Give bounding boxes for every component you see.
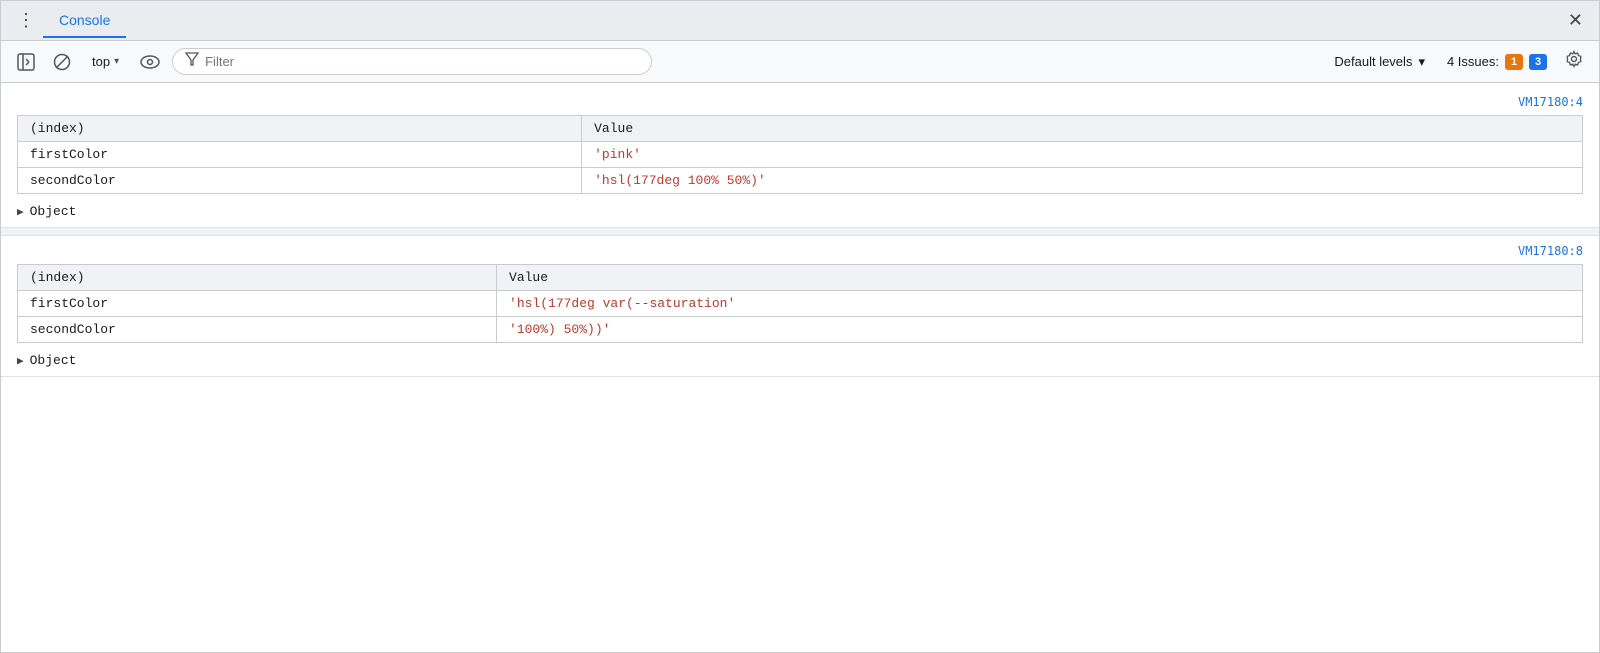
value-cell: 'hsl(177deg var(--saturation' <box>497 291 1583 317</box>
sidebar-icon <box>17 53 35 71</box>
filter-icon <box>185 52 199 71</box>
tab-bar: ⋮ Console ✕ <box>1 1 1599 41</box>
section-gap <box>1 228 1599 236</box>
col-index-header-2: (index) <box>18 265 497 291</box>
col-value-header-1: Value <box>582 116 1583 142</box>
default-levels-label: Default levels <box>1334 54 1412 69</box>
object-expander-1[interactable]: ▶ Object <box>1 200 1599 225</box>
index-cell: firstColor <box>18 291 497 317</box>
console-content: VM17180:4 (index) Value firstColor 'pink… <box>1 83 1599 652</box>
log-levels-button[interactable]: Default levels ▾ <box>1324 51 1435 73</box>
object-label-1: Object <box>30 204 77 219</box>
context-label: top <box>92 54 110 69</box>
console-block-2: VM17180:8 (index) Value firstColor 'hsl(… <box>1 236 1599 377</box>
table-row: secondColor '100%) 50%))' <box>18 317 1583 343</box>
table-row: firstColor 'pink' <box>18 142 1583 168</box>
object-label-2: Object <box>30 353 77 368</box>
toolbar: top ▾ Default levels ▾ 4 Issue <box>1 41 1599 83</box>
more-icon[interactable]: ⋮ <box>9 6 43 36</box>
warning-issues-badge[interactable]: 1 <box>1505 54 1523 70</box>
col-value-header-2: Value <box>497 265 1583 291</box>
expand-triangle-icon: ▶ <box>17 354 24 368</box>
console-table-2: (index) Value firstColor 'hsl(177deg var… <box>17 264 1583 343</box>
settings-button[interactable] <box>1559 46 1589 77</box>
clear-console-button[interactable] <box>47 49 77 75</box>
console-tab[interactable]: Console <box>43 4 126 38</box>
object-expander-2[interactable]: ▶ Object <box>1 349 1599 374</box>
console-block-1: VM17180:4 (index) Value firstColor 'pink… <box>1 87 1599 228</box>
vm-link-row-2: VM17180:8 <box>1 238 1599 260</box>
issues-section: 4 Issues: 1 3 <box>1441 54 1553 70</box>
context-selector[interactable]: top ▾ <box>83 50 128 73</box>
console-table-1: (index) Value firstColor 'pink' secondCo… <box>17 115 1583 194</box>
live-expressions-button[interactable] <box>134 50 166 74</box>
vm-link-1[interactable]: VM17180:4 <box>1518 95 1583 109</box>
index-cell: secondColor <box>18 317 497 343</box>
info-issues-badge[interactable]: 3 <box>1529 54 1547 70</box>
vm-link-row-1: VM17180:4 <box>1 89 1599 111</box>
devtools-panel: ⋮ Console ✕ top ▾ <box>0 0 1600 653</box>
close-button[interactable]: ✕ <box>1560 6 1591 35</box>
table-row: secondColor 'hsl(177deg 100% 50%)' <box>18 168 1583 194</box>
issues-label: 4 Issues: <box>1447 54 1499 69</box>
chevron-down-icon: ▾ <box>114 56 119 67</box>
gear-icon <box>1565 50 1583 68</box>
value-cell: 'pink' <box>582 142 1583 168</box>
vm-link-2[interactable]: VM17180:8 <box>1518 244 1583 258</box>
value-cell: 'hsl(177deg 100% 50%)' <box>582 168 1583 194</box>
table-row: firstColor 'hsl(177deg var(--saturation' <box>18 291 1583 317</box>
filter-input[interactable] <box>205 54 639 69</box>
index-cell: secondColor <box>18 168 582 194</box>
expand-triangle-icon: ▶ <box>17 205 24 219</box>
clear-icon <box>53 53 71 71</box>
filter-input-wrapper <box>172 48 652 75</box>
value-cell: '100%) 50%))' <box>497 317 1583 343</box>
sidebar-toggle-button[interactable] <box>11 49 41 75</box>
levels-chevron-icon: ▾ <box>1418 54 1425 70</box>
index-cell: firstColor <box>18 142 582 168</box>
col-index-header-1: (index) <box>18 116 582 142</box>
funnel-icon <box>185 52 199 66</box>
eye-icon <box>140 54 160 70</box>
